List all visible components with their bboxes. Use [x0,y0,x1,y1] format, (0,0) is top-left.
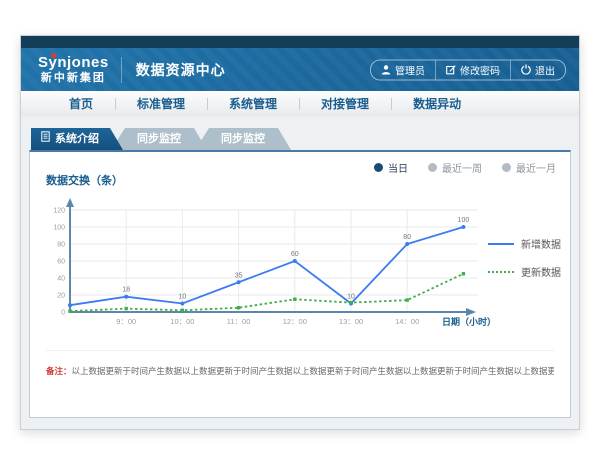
radio-last-month-dot-icon [502,163,511,172]
logout-label: 退出 [535,62,555,77]
content-area: 系统介绍 同步监控 同步监控 当日 最近一周 最近一月 数据交 [21,116,579,429]
footnote-label: 备注： [46,366,72,376]
svg-text:60: 60 [57,259,65,266]
chart-y-axis-title: 数据交换（条） [46,172,123,188]
nav-item-home[interactable]: 首页 [47,92,115,116]
top-strip [21,36,579,48]
nav-item-standard-mgmt[interactable]: 标准管理 [115,92,207,116]
main-nav: 首页 标准管理 系统管理 对接管理 数据异动 [21,91,579,117]
svg-text:100: 100 [458,217,470,224]
svg-text:12：00: 12：00 [283,317,307,326]
user-menu: 管理员 修改密码 退出 [370,59,566,80]
svg-text:40: 40 [57,276,65,283]
svg-text:80: 80 [57,242,65,249]
tab-sync-monitor-1[interactable]: 同步监控 [111,128,207,150]
app-window: Synjones 新中新集团 数据资源中心 管理员 修改密码 [20,35,580,430]
user-menu-admin[interactable]: 管理员 [371,60,435,79]
tab-sync-monitor-2[interactable]: 同步监控 [195,128,291,150]
radio-last-week-dot-icon [428,163,437,172]
logo-brand-text: Synjones [38,55,109,72]
svg-text:9：00: 9：00 [116,317,136,326]
svg-text:13：00: 13：00 [339,317,363,326]
user-icon [381,65,391,75]
line-chart: 0 20 40 60 80 100 120 9：00 10：00 11：00 12：00 13：00 1… [38,197,513,337]
svg-text:18: 18 [122,287,130,294]
legend-line-dotted-icon [488,271,514,273]
footnote: 备注：以上数据更新于时间产生数据以上数据更新于时间产生数据以上数据更新于时间产生… [46,350,554,377]
legend-item-updated-data[interactable]: 更新数据 [488,264,561,279]
radio-last-week[interactable]: 最近一周 [428,160,482,175]
logout-button[interactable]: 退出 [510,60,565,79]
nav-item-data-change[interactable]: 数据异动 [391,92,483,116]
app-header: Synjones 新中新集团 数据资源中心 管理员 修改密码 [21,48,579,91]
legend-new-data-label: 新增数据 [521,236,561,251]
legend-item-new-data[interactable]: 新增数据 [488,236,561,251]
logo-company-text: 新中新集团 [38,72,109,84]
chart-legend: 新增数据 更新数据 [488,236,561,279]
svg-text:14：00: 14：00 [395,317,419,326]
svg-text:100: 100 [53,225,65,232]
company-logo: Synjones 新中新集团 [38,55,109,84]
svg-text:35: 35 [235,272,243,279]
nav-item-system-mgmt[interactable]: 系统管理 [207,92,299,116]
svg-text:10：00: 10：00 [170,317,194,326]
time-range-group: 当日 最近一周 最近一月 [374,160,556,175]
radio-last-month[interactable]: 最近一月 [502,160,556,175]
user-menu-admin-label: 管理员 [395,62,425,77]
header-divider [121,57,122,83]
radio-today-dot-icon [374,163,383,172]
radio-last-week-label: 最近一周 [442,160,482,175]
tab-system-intro-label: 系统介绍 [55,128,99,150]
svg-text:120: 120 [53,208,65,215]
legend-line-solid-icon [488,243,514,245]
radio-today[interactable]: 当日 [374,160,408,175]
tab-system-intro[interactable]: 系统介绍 [31,128,123,150]
document-icon [41,128,50,150]
power-icon [521,65,531,75]
radio-last-month-label: 最近一月 [516,160,556,175]
svg-text:60: 60 [291,251,299,258]
radio-today-label: 当日 [388,160,408,175]
edit-icon [446,65,456,75]
svg-text:日期（小时）: 日期（小时） [442,316,496,327]
nav-item-connect-mgmt[interactable]: 对接管理 [299,92,391,116]
page-title: 数据资源中心 [136,60,226,80]
svg-text:20: 20 [57,293,65,300]
svg-text:10: 10 [179,294,187,301]
change-password-label: 修改密码 [460,62,500,77]
chart-panel: 当日 最近一周 最近一月 数据交换（条） 0 20 40 60 80 100 120 9：00… [29,150,571,418]
tab-bar: 系统介绍 同步监控 同步监控 [31,128,571,150]
change-password-button[interactable]: 修改密码 [435,60,510,79]
svg-text:0: 0 [61,310,65,317]
footnote-text: 以上数据更新于时间产生数据以上数据更新于时间产生数据以上数据更新于时间产生数据以… [72,366,554,376]
svg-text:10: 10 [347,294,355,301]
svg-text:11：00: 11：00 [227,317,251,326]
svg-text:80: 80 [403,234,411,241]
legend-updated-data-label: 更新数据 [521,264,561,279]
